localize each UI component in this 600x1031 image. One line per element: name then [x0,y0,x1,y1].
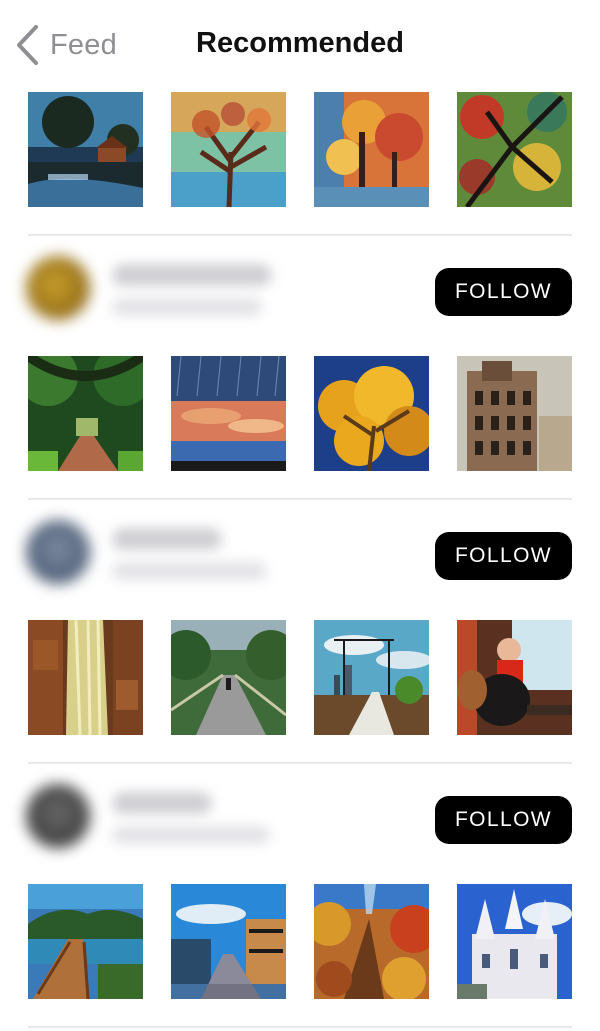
moonlit-house-painting-icon [28,92,143,207]
thumbnail-row [28,356,572,471]
thumbnail-bridge[interactable] [171,620,286,735]
thumbnail-city-street[interactable] [171,884,286,999]
thumbnail-boardwalk[interactable] [28,884,143,999]
username-blurred[interactable] [112,792,212,814]
thumbnail-tree-canopy[interactable] [457,92,572,207]
thumbnail-sunset-sky[interactable] [171,356,286,471]
thumbnail-ornate-building[interactable] [457,356,572,471]
forest-tunnel-path-icon [28,356,143,471]
divider [28,234,572,236]
user-row: FOLLOW [0,246,600,336]
colorful-tree-painting-icon [171,92,286,207]
thumbnail-row [28,884,572,999]
divider [28,498,572,500]
thumbnail-yellow-tree[interactable] [314,356,429,471]
username-blurred[interactable] [112,528,222,550]
navigation-bar: Feed Recommended [0,0,600,88]
bridge-walkway-icon [171,620,286,735]
follower-count-blurred [112,562,267,580]
city-street-blue-sky-icon [171,884,286,999]
waterfall-rocks-icon [28,620,143,735]
child-with-dog-window-icon [457,620,572,735]
thumbnail-row [28,620,572,735]
thumbnail-railroad[interactable] [314,620,429,735]
follower-count-blurred [112,298,262,316]
thumbnail-autumn-canyon[interactable] [314,884,429,999]
wooden-boardwalk-lake-icon [28,884,143,999]
thumbnail-moonlit-house[interactable] [28,92,143,207]
follow-button[interactable]: FOLLOW [435,532,572,580]
follower-count-blurred [112,826,270,844]
sunset-sky-rain-icon [171,356,286,471]
avatar[interactable] [26,784,90,848]
divider [28,762,572,764]
railroad-tracks-city-icon [314,620,429,735]
tree-canopy-painting-icon [457,92,572,207]
divider [28,1026,572,1028]
thumbnail-colorful-tree[interactable] [171,92,286,207]
autumn-forest-painting-icon [314,92,429,207]
avatar[interactable] [26,256,90,320]
white-cathedral-icon [457,884,572,999]
thumbnail-forest-tunnel[interactable] [28,356,143,471]
username-blurred[interactable] [112,264,272,286]
follow-button[interactable]: FOLLOW [435,268,572,316]
user-row: FOLLOW [0,774,600,864]
yellow-autumn-tree-icon [314,356,429,471]
thumbnail-child-dog[interactable] [457,620,572,735]
page-title: Recommended [196,27,404,59]
thumbnail-autumn-forest[interactable] [314,92,429,207]
thumbnail-waterfall[interactable] [28,620,143,735]
user-row: FOLLOW [0,510,600,600]
thumbnail-cathedral[interactable] [457,884,572,999]
avatar[interactable] [26,520,90,584]
follow-button[interactable]: FOLLOW [435,796,572,844]
ornate-building-icon [457,356,572,471]
autumn-canyon-icon [314,884,429,999]
thumbnail-row-top [28,92,572,207]
